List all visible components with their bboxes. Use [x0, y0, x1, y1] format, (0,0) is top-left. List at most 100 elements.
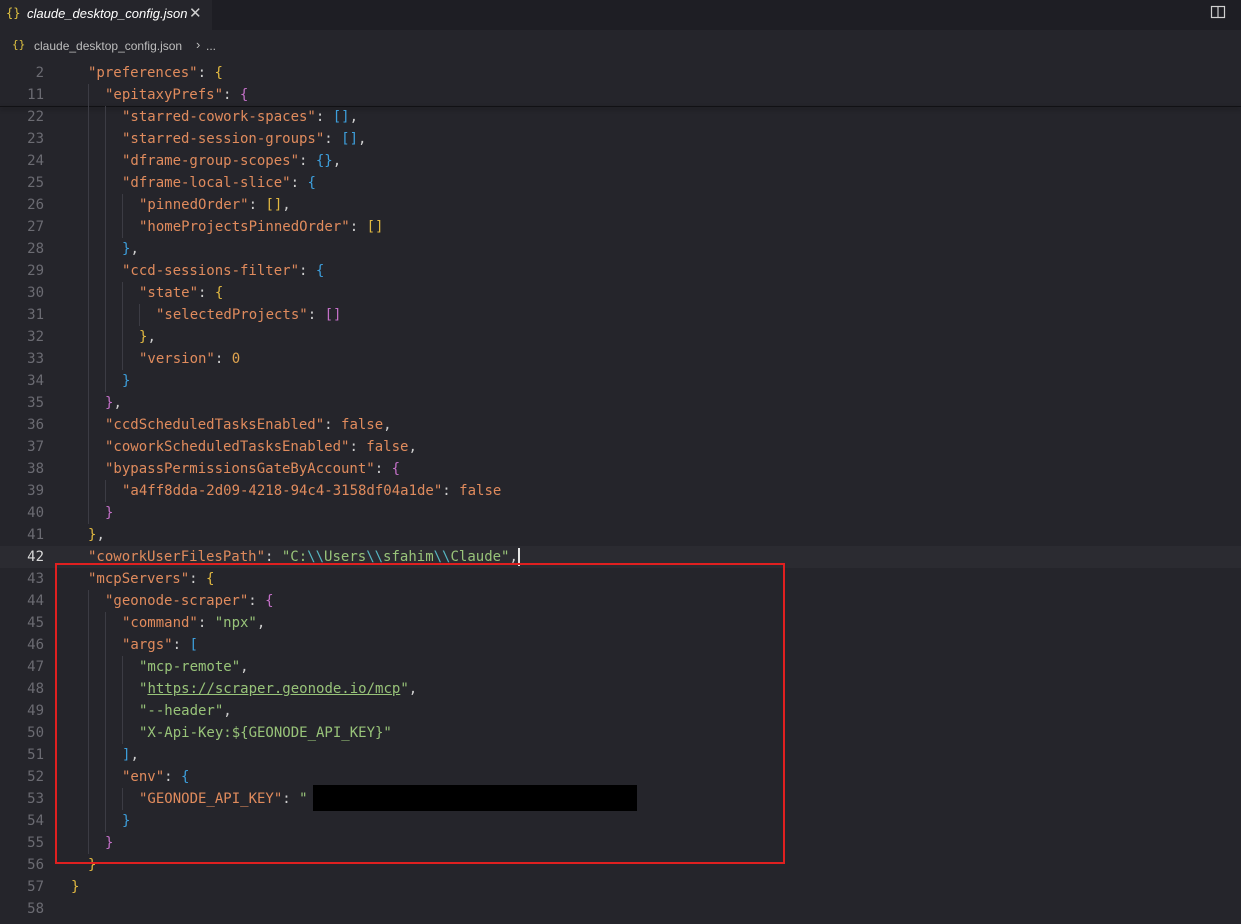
code-token: 0 [231, 351, 241, 367]
breadcrumb-file[interactable]: claude_desktop_config.json [34, 39, 182, 53]
code-text: "ccd-sessions-filter": { [122, 260, 324, 282]
code-line[interactable]: 32}, [0, 326, 1241, 348]
code-line[interactable]: 24 "dframe-group-scopes": {}, [0, 150, 1241, 172]
code-line[interactable]: 35}, [0, 392, 1241, 414]
line-number: 26 [27, 197, 44, 213]
line-number: 2 [35, 65, 44, 81]
code-token: [] [341, 131, 359, 147]
code-token: { [214, 285, 224, 301]
code-token: , [282, 197, 291, 213]
indent-guide [88, 480, 89, 502]
line-number: 39 [27, 483, 44, 499]
breadcrumb-symbols[interactable]: ... [206, 39, 216, 53]
highlight-box [55, 563, 785, 864]
code-token: : [290, 175, 308, 191]
line-number: 35 [27, 395, 44, 411]
line-number: 52 [27, 769, 44, 785]
code-line[interactable]: 25 "dframe-local-slice": { [0, 172, 1241, 194]
indent-guide [88, 172, 89, 194]
code-line[interactable]: 33 "version": 0 [0, 348, 1241, 370]
code-token: } [71, 879, 80, 895]
code-token: [] [265, 197, 283, 213]
code-text: "homeProjectsPinnedOrder": [] [139, 216, 383, 238]
indent-guide [88, 348, 89, 370]
code-token: { [307, 175, 316, 191]
line-number: 46 [27, 637, 44, 653]
split-editor-icon[interactable] [1210, 4, 1226, 20]
code-text: }, [105, 392, 122, 414]
line-number: 48 [27, 681, 44, 697]
code-token: "dframe-local-slice" [122, 175, 291, 191]
code-line[interactable]: 58 [0, 898, 1241, 920]
indent-guide [122, 348, 123, 370]
line-number: 37 [27, 439, 44, 455]
code-line[interactable]: 30 "state": { [0, 282, 1241, 304]
close-icon[interactable]: ✕ [189, 4, 202, 22]
code-token: [] [332, 109, 350, 125]
code-token: "dframe-group-scopes" [122, 153, 300, 169]
code-line[interactable]: 36 "ccdScheduledTasksEnabled": false, [0, 414, 1241, 436]
code-token: : [197, 65, 215, 81]
indent-guide [122, 304, 123, 326]
code-token: , [349, 109, 359, 125]
code-line[interactable]: 28}, [0, 238, 1241, 260]
indent-guide [105, 304, 106, 326]
code-line[interactable]: 2 "preferences": { [0, 62, 1241, 84]
code-line[interactable]: 27 "homeProjectsPinnedOrder": [] [0, 216, 1241, 238]
indent-guide [105, 194, 106, 216]
indent-guide [88, 260, 89, 282]
code-token: : [324, 417, 342, 433]
code-token: , [332, 153, 342, 169]
code-line[interactable]: 29 "ccd-sessions-filter": { [0, 260, 1241, 282]
code-line[interactable]: 34} [0, 370, 1241, 392]
code-text: "coworkScheduledTasksEnabled": false, [105, 436, 417, 458]
code-token: [] [366, 219, 384, 235]
code-token: "starred-session-groups" [122, 131, 325, 147]
line-number: 27 [27, 219, 44, 235]
code-line[interactable]: 57} [0, 876, 1241, 898]
code-line[interactable]: 41}, [0, 524, 1241, 546]
json-braces-icon: {} [6, 6, 21, 20]
line-number: 11 [27, 87, 44, 103]
indent-guide [88, 128, 89, 150]
code-token: { [391, 461, 401, 477]
indent-guide [88, 150, 89, 172]
code-token: [] [324, 307, 342, 323]
code-token: "selectedProjects" [156, 307, 308, 323]
code-token: , [147, 329, 156, 345]
code-line[interactable]: 22 "starred-cowork-spaces": [], [0, 106, 1241, 128]
indent-guide [88, 216, 89, 238]
indent-guide [88, 194, 89, 216]
code-line[interactable]: 26 "pinnedOrder": [], [0, 194, 1241, 216]
code-token: , [408, 439, 417, 455]
code-line[interactable]: 23 "starred-session-groups": [], [0, 128, 1241, 150]
indent-guide [88, 238, 89, 260]
code-token: : [223, 87, 240, 103]
code-token: "version" [139, 351, 215, 367]
indent-guide [122, 326, 123, 348]
code-line[interactable]: 11 "epitaxyPrefs": { [0, 84, 1241, 106]
indent-guide [105, 238, 106, 260]
code-line[interactable]: 40} [0, 502, 1241, 524]
indent-guide [88, 84, 89, 106]
code-token: "epitaxyPrefs" [105, 87, 224, 103]
code-text: }, [139, 326, 156, 348]
tab-claude-desktop-config[interactable]: {} claude_desktop_config.json ✕ [0, 0, 212, 30]
line-number: 24 [27, 153, 44, 169]
code-token: : [442, 483, 460, 499]
line-number: 56 [27, 857, 44, 873]
code-line[interactable]: 39 "a4ff8dda-2d09-4218-94c4-3158df04a1de"… [0, 480, 1241, 502]
code-token: : [299, 263, 316, 279]
code-line[interactable]: 37 "coworkScheduledTasksEnabled": false, [0, 436, 1241, 458]
code-line[interactable]: 31 "selectedProjects": [] [0, 304, 1241, 326]
indent-guide [88, 436, 89, 458]
code-text: "dframe-local-slice": { [122, 172, 316, 194]
code-token: "pinnedOrder" [139, 197, 249, 213]
code-line[interactable]: 38 "bypassPermissionsGateByAccount": { [0, 458, 1241, 480]
line-number: 22 [27, 109, 44, 125]
line-number: 30 [27, 285, 44, 301]
code-text: "a4ff8dda-2d09-4218-94c4-3158df04a1de": … [122, 480, 501, 502]
code-token: , [358, 131, 367, 147]
code-token: "coworkScheduledTasksEnabled" [105, 439, 350, 455]
code-token: : [248, 197, 266, 213]
